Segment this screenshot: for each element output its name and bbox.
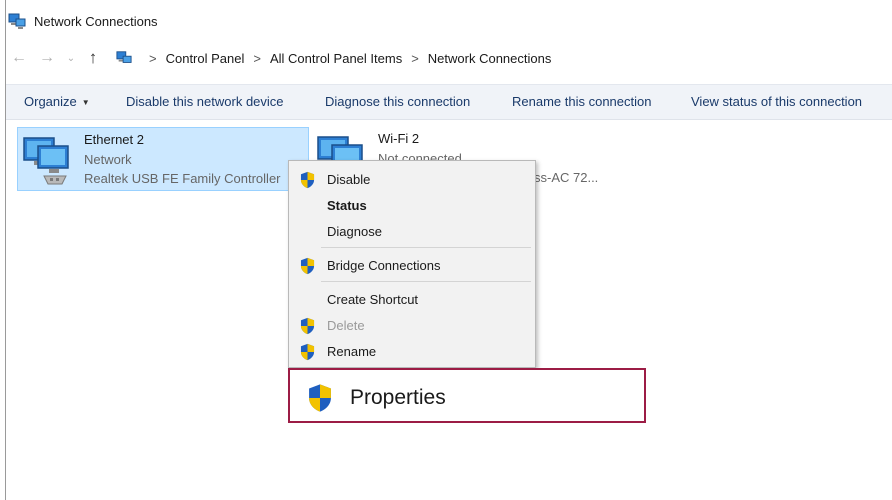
breadcrumb-network-connections[interactable]: Network Connections xyxy=(428,51,552,66)
context-menu: Disable Status Diagnose Bridge Connectio… xyxy=(288,160,536,368)
menu-item-diagnose[interactable]: Diagnose xyxy=(289,220,535,244)
breadcrumb-separator[interactable]: > xyxy=(411,51,419,66)
forward-button[interactable]: → xyxy=(36,46,58,70)
title-bar: Network Connections xyxy=(8,8,158,34)
command-bar: Organize ▼ Disable this network device Di… xyxy=(6,84,892,120)
breadcrumb-separator[interactable]: > xyxy=(253,51,261,66)
uac-shield-icon xyxy=(300,343,315,361)
network-connections-icon xyxy=(8,13,26,29)
menu-item-label: Properties xyxy=(350,386,446,409)
dropdown-caret-icon: ▼ xyxy=(81,97,90,107)
breadcrumb-separator[interactable]: > xyxy=(149,51,157,66)
window-title: Network Connections xyxy=(34,13,158,29)
menu-item-delete[interactable]: Delete xyxy=(289,314,535,338)
menu-item-label: Create Shortcut xyxy=(327,292,419,307)
uac-shield-icon xyxy=(300,317,315,335)
breadcrumb-all-items[interactable]: All Control Panel Items xyxy=(270,51,402,66)
breadcrumb: > Control Panel > All Control Panel Item… xyxy=(116,50,551,66)
uac-shield-icon xyxy=(300,171,315,189)
up-button[interactable]: ↑ xyxy=(82,46,104,70)
diagnose-connection-button[interactable]: Diagnose this connection xyxy=(325,85,470,119)
menu-separator xyxy=(321,281,531,282)
address-bar: ← → ⌄ ↑ > Control Panel > All Control Pa… xyxy=(8,44,884,72)
window-border xyxy=(5,0,6,500)
menu-item-label: Diagnose xyxy=(327,224,382,239)
menu-item-status[interactable]: Status xyxy=(289,194,535,218)
rename-connection-button[interactable]: Rename this connection xyxy=(512,85,651,119)
connection-name: Wi-Fi 2 xyxy=(378,131,420,146)
menu-item-label: Status xyxy=(327,198,367,213)
menu-item-label: Delete xyxy=(327,318,365,333)
menu-item-create-shortcut[interactable]: Create Shortcut xyxy=(289,288,535,312)
organize-label: Organize xyxy=(24,94,77,109)
menu-item-label: Bridge Connections xyxy=(327,258,441,273)
menu-item-properties[interactable]: Properties xyxy=(288,368,646,423)
disable-device-button[interactable]: Disable this network device xyxy=(126,85,284,119)
menu-separator xyxy=(321,247,531,248)
connection-item-ethernet-2[interactable]: Ethernet 2 Network Realtek USB FE Family… xyxy=(17,127,309,191)
back-button[interactable]: ← xyxy=(8,46,30,70)
menu-item-rename[interactable]: Rename xyxy=(289,340,535,364)
explorer-window: Network Connections ← → ⌄ ↑ > Control Pa… xyxy=(0,0,892,500)
network-connections-icon xyxy=(116,51,132,63)
recent-locations-button[interactable]: ⌄ xyxy=(64,46,78,70)
connection-adapter: ss-AC 72... xyxy=(534,170,599,185)
menu-item-label: Disable xyxy=(327,172,371,187)
organize-menu-button[interactable]: Organize ▼ xyxy=(24,85,90,119)
menu-item-label: Rename xyxy=(327,344,377,359)
connection-adapter: Realtek USB FE Family Controller xyxy=(84,171,281,186)
uac-shield-icon xyxy=(309,384,331,412)
breadcrumb-control-panel[interactable]: Control Panel xyxy=(166,51,245,66)
menu-item-bridge-connections[interactable]: Bridge Connections xyxy=(289,254,535,278)
connection-name: Ethernet 2 xyxy=(84,132,144,147)
menu-item-disable[interactable]: Disable xyxy=(289,168,535,192)
connection-status: Network xyxy=(84,152,132,167)
network-adapter-icon xyxy=(23,137,69,185)
uac-shield-icon xyxy=(300,257,315,275)
view-status-button[interactable]: View status of this connection xyxy=(691,85,862,119)
